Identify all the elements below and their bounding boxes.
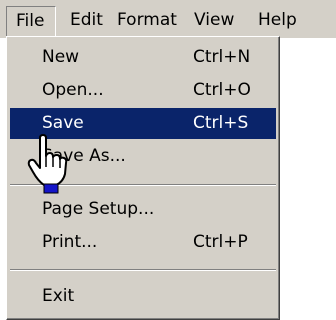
hand-pointer-icon	[27, 134, 68, 194]
menu-help[interactable]: Help	[258, 9, 297, 31]
menu-item-open[interactable]: Open... Ctrl+O	[10, 75, 276, 106]
menu-item-print[interactable]: Print... Ctrl+P	[10, 227, 276, 258]
menu-separator	[10, 269, 276, 271]
menu-item-label: New	[42, 47, 80, 67]
menu-file[interactable]: File	[6, 6, 56, 38]
menu-bar: File Edit Format View Help	[0, 0, 336, 38]
menu-item-shortcut: Ctrl+S	[193, 113, 249, 133]
menu-item-shortcut: Ctrl+N	[193, 47, 251, 67]
menu-item-page-setup[interactable]: Page Setup...	[10, 194, 276, 225]
menu-file-label: File	[16, 11, 45, 31]
menu-edit[interactable]: Edit	[70, 9, 103, 31]
menu-item-label: Print...	[42, 232, 98, 252]
menu-item-new[interactable]: New Ctrl+N	[10, 42, 276, 73]
menu-item-label: Open...	[42, 80, 104, 100]
menu-item-shortcut: Ctrl+O	[193, 80, 251, 100]
menu-item-label: Exit	[42, 286, 75, 306]
menu-item-exit[interactable]: Exit	[10, 281, 276, 312]
menu-item-label: Page Setup...	[42, 199, 155, 219]
menu-format[interactable]: Format	[117, 9, 177, 31]
menu-view[interactable]: View	[194, 9, 234, 31]
menu-item-shortcut: Ctrl+P	[193, 232, 248, 252]
